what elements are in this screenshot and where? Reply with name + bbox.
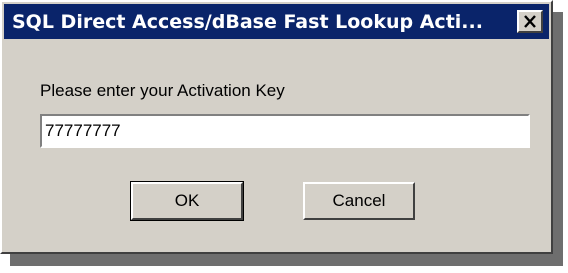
activation-key-input[interactable] xyxy=(40,114,530,148)
ok-button[interactable]: OK xyxy=(130,181,244,221)
close-x-icon xyxy=(524,15,536,28)
dialog-title: SQL Direct Access/dBase Fast Lookup Acti… xyxy=(12,11,483,33)
activation-key-label: Please enter your Activation Key xyxy=(40,81,285,100)
cancel-button[interactable]: Cancel xyxy=(303,182,415,220)
activation-dialog: SQL Direct Access/dBase Fast Lookup Acti… xyxy=(0,0,553,254)
title-bar[interactable]: SQL Direct Access/dBase Fast Lookup Acti… xyxy=(4,4,549,39)
close-button[interactable] xyxy=(517,10,543,33)
